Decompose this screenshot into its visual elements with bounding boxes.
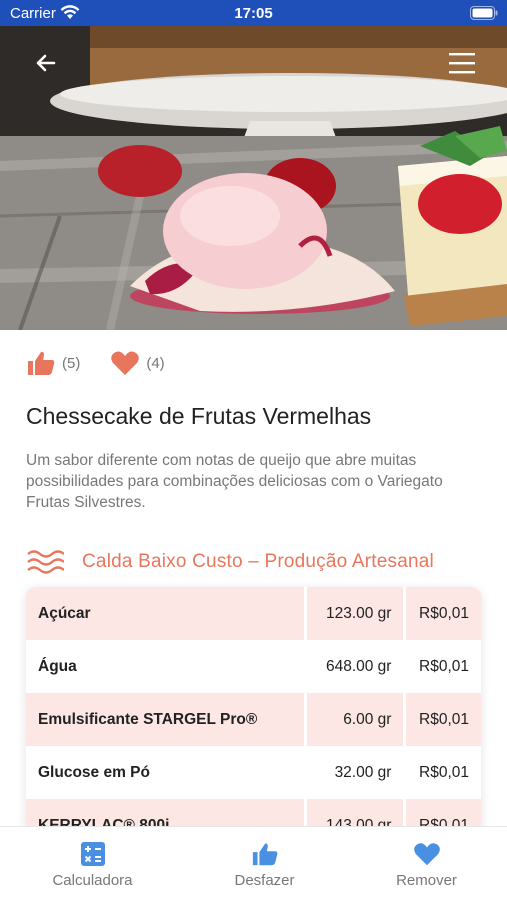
tab-calculator-label: Calculadora <box>52 872 133 889</box>
table-row[interactable]: Emulsificante STARGEL Pro® 6.00 gr R$0,0… <box>26 693 481 746</box>
tab-undo[interactable]: Desfazer <box>180 827 349 900</box>
thumbs-up-icon <box>252 843 277 866</box>
recipe-detail-screen: Carrier 17:05 (5) (4) Chessecake de Frut… <box>0 0 507 900</box>
back-arrow-icon[interactable] <box>30 48 60 78</box>
table-row[interactable]: Glucose em Pó 32.00 gr R$0,01 <box>26 746 481 799</box>
recipe-description: Um sabor diferente com notas de queijo q… <box>26 452 443 511</box>
tab-calculator[interactable]: Calculadora <box>8 827 177 900</box>
ingredient-price: R$0,01 <box>406 587 481 640</box>
rating-row: (5) (4) <box>26 348 195 378</box>
ingredient-price: R$0,01 <box>419 657 469 675</box>
heart-icon[interactable] <box>110 350 140 376</box>
ingredients-table: Açúcar 123.00 gr R$0,01 Água 648.00 gr R… <box>26 587 481 847</box>
ingredient-name: Açúcar <box>26 587 305 640</box>
table-row[interactable]: Açúcar 123.00 gr R$0,01 <box>26 587 481 640</box>
hamburger-menu-icon[interactable] <box>447 50 477 76</box>
table-row[interactable]: Água 648.00 gr R$0,01 <box>26 640 481 693</box>
ingredient-quantity: 648.00 gr <box>325 657 392 675</box>
bottom-tab-bar: Calculadora Desfazer Remover <box>0 826 507 900</box>
ingredient-quantity: 32.00 gr <box>334 763 392 781</box>
recipe-title: Chessecake de Frutas Vermelhas <box>26 403 372 429</box>
heart-icon <box>413 843 440 866</box>
calculator-icon <box>80 842 105 866</box>
battery-icon <box>470 6 498 20</box>
ingredient-name: Água <box>38 657 77 675</box>
ingredient-price: R$0,01 <box>406 693 481 746</box>
status-bar: Carrier 17:05 <box>0 0 507 26</box>
hero-image <box>0 26 507 330</box>
section-header: Calda Baixo Custo – Produção Artesanal <box>26 546 434 578</box>
waves-icon <box>27 550 64 574</box>
thumbs-up-icon[interactable] <box>26 350 56 376</box>
tab-remove-label: Remover <box>396 872 457 889</box>
likes-count: (5) <box>62 354 81 372</box>
favorites-count: (4) <box>146 354 165 372</box>
cheesecake-photo <box>0 26 507 330</box>
ingredient-name: Emulsificante STARGEL Pro® <box>26 693 305 746</box>
ingredient-name: Glucose em Pó <box>38 763 150 781</box>
ingredient-quantity: 6.00 gr <box>307 693 404 746</box>
ingredient-price: R$0,01 <box>419 763 469 781</box>
ingredient-quantity: 123.00 gr <box>307 587 404 640</box>
clock: 17:05 <box>234 5 273 22</box>
section-title: Calda Baixo Custo – Produção Artesanal <box>82 551 434 572</box>
tab-undo-label: Desfazer <box>234 872 295 889</box>
tab-remove[interactable]: Remover <box>342 827 507 900</box>
